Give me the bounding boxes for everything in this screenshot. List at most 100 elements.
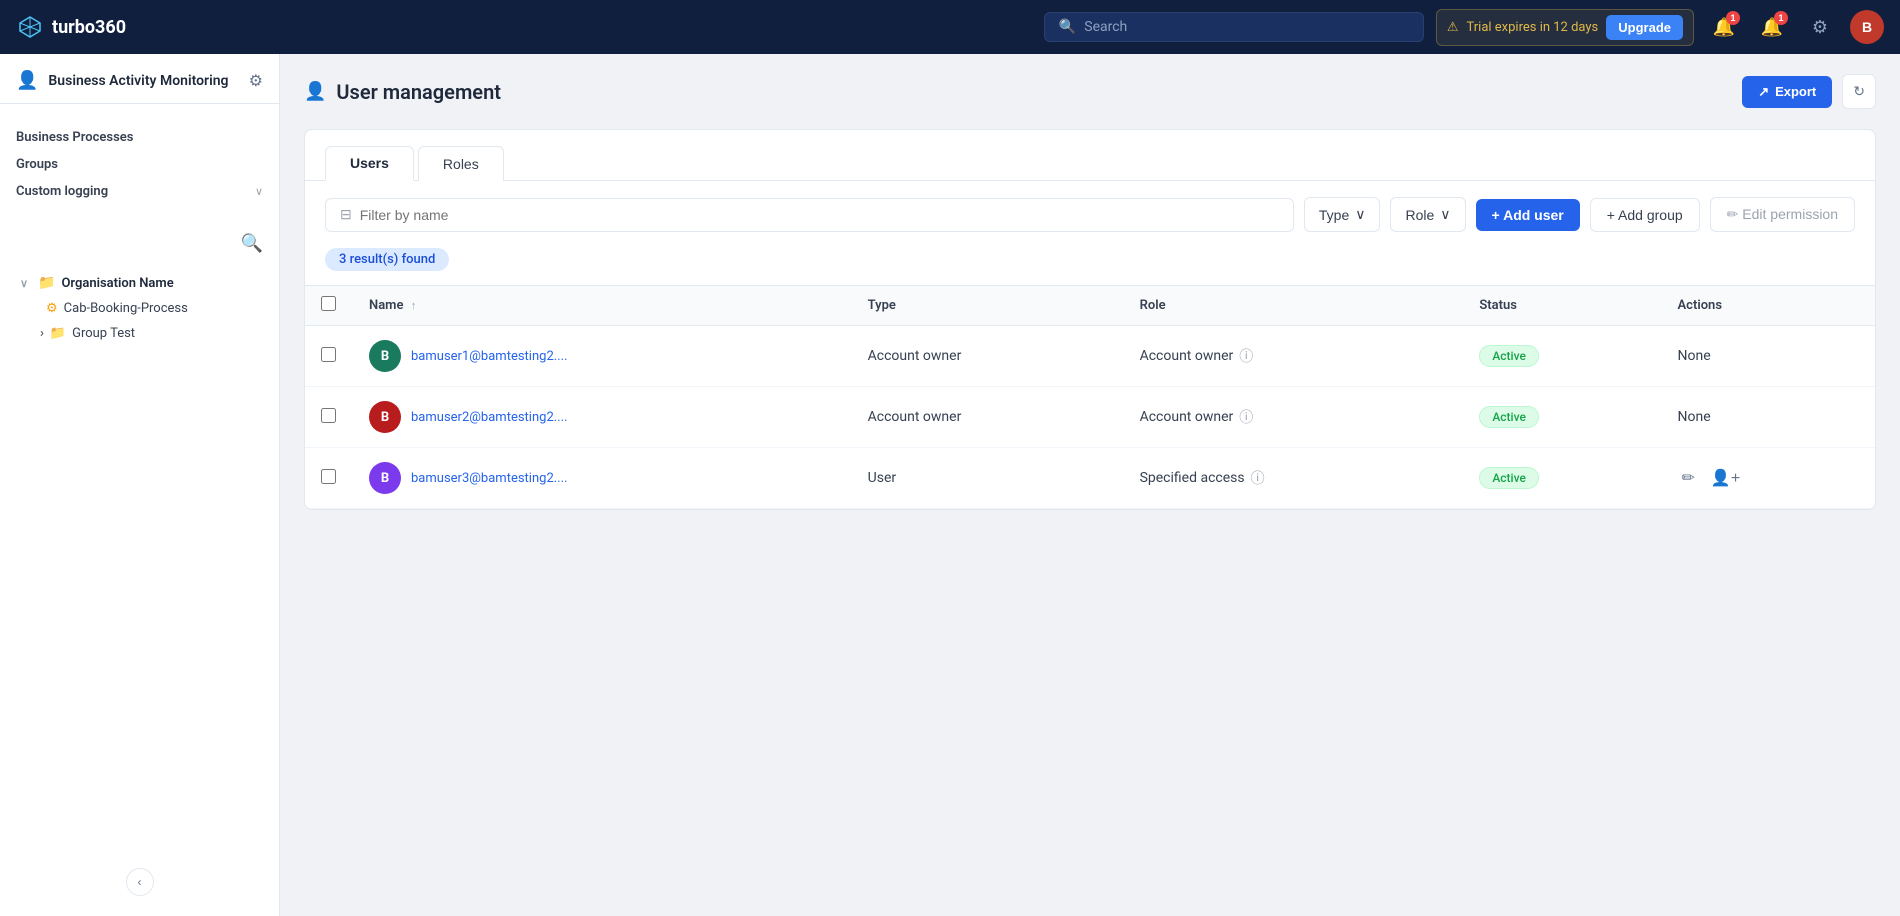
row-checkbox-0[interactable] [321, 347, 336, 362]
row-type-cell: Account owner [852, 326, 1124, 387]
row-status-cell: Active [1463, 326, 1661, 387]
row-name-cell: Bbamuser2@bamtesting2.... [353, 387, 852, 448]
tab-roles[interactable]: Roles [418, 146, 504, 181]
alert-badge: 1 [1726, 11, 1740, 25]
row-type-cell: User [852, 448, 1124, 509]
tree-item-org[interactable]: ∨ 📁 Organisation Name [16, 270, 263, 296]
status-badge: Active [1479, 467, 1539, 489]
sidebar-tree: ∨ 📁 Organisation Name ⚙ Cab-Booking-Proc… [0, 262, 279, 916]
row-checkbox-1[interactable] [321, 408, 336, 423]
row-actions-cell: None [1662, 326, 1876, 387]
sidebar-search-bar: 🔍 [0, 225, 279, 262]
tree-item-group-test[interactable]: › 📁 Group Test [16, 321, 263, 346]
add-to-group-button[interactable]: 👤+ [1707, 466, 1744, 490]
edit-permission-button[interactable]: ✏ Edit permission [1710, 197, 1855, 232]
edit-user-button[interactable]: ✏ [1678, 466, 1699, 490]
table-header-name[interactable]: Name ↑ [353, 286, 852, 326]
bam-icon: 👤 [16, 70, 38, 91]
role-dropdown[interactable]: Role ∨ [1390, 197, 1465, 232]
table-header: Name ↑ Type Role Status [305, 286, 1875, 326]
sidebar-item-custom-logging[interactable]: Custom logging ∨ [16, 178, 263, 205]
content-header: 👤 User management ↗ Export ↻ [304, 74, 1876, 109]
trial-text: Trial expires in 12 days [1466, 20, 1598, 35]
row-checkbox-2[interactable] [321, 469, 336, 484]
user-email-link[interactable]: bamuser2@bamtesting2.... [411, 410, 567, 425]
sidebar: 👤 Business Activity Monitoring ⚙ Busines… [0, 54, 280, 916]
role-label: Specified access [1140, 470, 1245, 486]
users-table-wrapper: Name ↑ Type Role Status [305, 285, 1875, 509]
select-all-checkbox[interactable] [321, 296, 336, 311]
type-dropdown[interactable]: Type ∨ [1304, 197, 1381, 232]
app-name: turbo360 [52, 17, 126, 38]
filter-by-name-input[interactable] [360, 207, 1279, 223]
info-icon[interactable]: ⓘ [1239, 346, 1253, 366]
role-label: Role [1405, 207, 1434, 223]
tree-gt-label: Group Test [72, 326, 135, 341]
add-group-button[interactable]: + Add group [1590, 198, 1700, 232]
users-table: Name ↑ Type Role Status [305, 285, 1875, 509]
export-icon: ↗ [1758, 84, 1769, 100]
row-checkbox-cell [305, 387, 353, 448]
folder-icon-gt: 📁 [50, 326, 66, 341]
refresh-button[interactable]: ↻ [1842, 74, 1876, 109]
process-icon-cb: ⚙ [46, 301, 58, 316]
main-layout: 👤 Business Activity Monitoring ⚙ Busines… [0, 54, 1900, 916]
table-row: Bbamuser2@bamtesting2....Account ownerAc… [305, 387, 1875, 448]
row-checkbox-cell [305, 326, 353, 387]
sidebar-item-label-groups: Groups [16, 157, 58, 172]
toolbar: ⊟ Type ∨ Role ∨ + Add user + Add group ✏… [305, 181, 1875, 248]
page-title: User management [336, 80, 501, 104]
user-email-link[interactable]: bamuser1@bamtesting2.... [411, 349, 567, 364]
row-checkbox-cell [305, 448, 353, 509]
row-role-cell: Specified access ⓘ [1124, 448, 1464, 509]
sort-icon: ↑ [411, 299, 417, 312]
export-label: Export [1775, 84, 1816, 99]
expand-icon-gt: › [40, 326, 44, 341]
row-status-cell: Active [1463, 387, 1661, 448]
role-chevron-icon: ∨ [1440, 206, 1450, 223]
table-header-actions: Actions [1662, 286, 1876, 326]
tree-item-cab-booking[interactable]: ⚙ Cab-Booking-Process [16, 296, 263, 321]
sidebar-item-label-bp: Business Processes [16, 130, 133, 145]
search-bar: 🔍 Search [1044, 12, 1424, 42]
user-management-card: Users Roles ⊟ Type ∨ Role ∨ + Add user [304, 129, 1876, 510]
row-actions-cell: ✏ 👤+ [1662, 448, 1876, 509]
search-placeholder: Search [1084, 19, 1127, 35]
export-button[interactable]: ↗ Export [1742, 76, 1832, 108]
table-header-checkbox [305, 286, 353, 326]
sidebar-item-business-processes[interactable]: Business Processes [16, 124, 263, 151]
row-name-cell: Bbamuser3@bamtesting2.... [353, 448, 852, 509]
sidebar-settings-button[interactable]: ⚙ [249, 71, 263, 91]
row-role-cell: Account ownerⓘ [1124, 387, 1464, 448]
sidebar-title: Business Activity Monitoring [48, 73, 238, 89]
row-type-cell: Account owner [852, 387, 1124, 448]
card-tabs: Users Roles [305, 130, 1875, 181]
notification-badge: 1 [1774, 11, 1788, 25]
filter-input-wrapper: ⊟ [325, 198, 1294, 232]
warning-icon: ⚠ [1447, 20, 1459, 35]
type-chevron-icon: ∨ [1355, 206, 1365, 223]
logo: turbo360 [16, 13, 126, 41]
trial-banner: ⚠ Trial expires in 12 days Upgrade [1436, 9, 1694, 46]
status-badge: Active [1479, 345, 1539, 367]
row-actions-cell: None [1662, 387, 1876, 448]
expand-icon-org: ∨ [20, 277, 32, 290]
folder-icon-org: 📁 [38, 275, 55, 291]
sidebar-item-groups[interactable]: Groups [16, 151, 263, 178]
notifications-button[interactable]: 🔔 1 [1754, 9, 1790, 45]
avatar: B [369, 462, 401, 494]
user-avatar-button[interactable]: B [1850, 10, 1884, 44]
alerts-button[interactable]: 🔔 1 [1706, 9, 1742, 45]
settings-button[interactable]: ⚙ [1802, 9, 1838, 45]
upgrade-button[interactable]: Upgrade [1606, 15, 1683, 40]
avatar: B [369, 401, 401, 433]
info-icon[interactable]: ⓘ [1251, 468, 1265, 488]
sidebar-search-button[interactable]: 🔍 [241, 233, 263, 254]
user-email-link[interactable]: bamuser3@bamtesting2.... [411, 471, 567, 486]
table-header-role: Role [1124, 286, 1464, 326]
tab-users[interactable]: Users [325, 146, 414, 181]
sidebar-collapse-button[interactable]: ‹ [126, 868, 154, 896]
add-user-button[interactable]: + Add user [1476, 199, 1580, 231]
search-icon: 🔍 [1059, 19, 1076, 35]
info-icon[interactable]: ⓘ [1239, 407, 1253, 427]
